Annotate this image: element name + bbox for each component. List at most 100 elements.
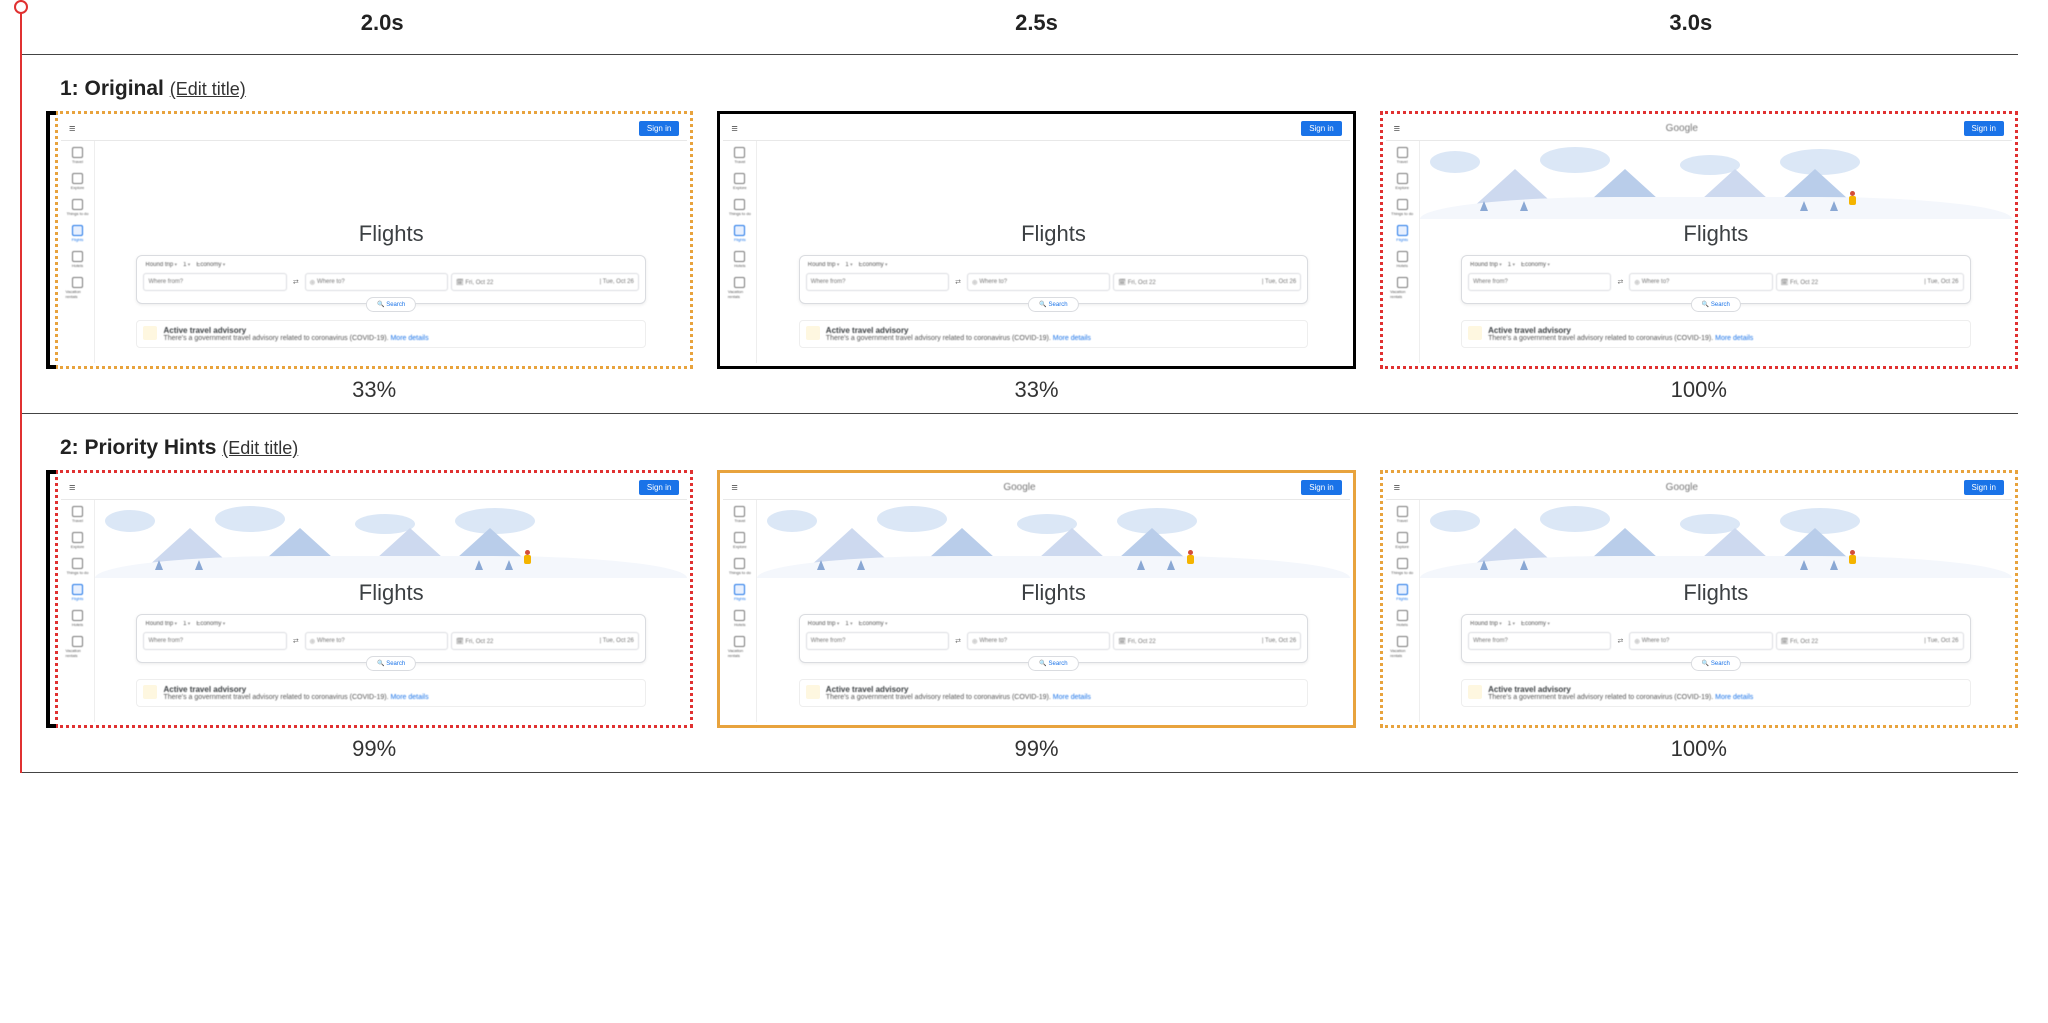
sidebar-item[interactable]: Explore bbox=[1390, 173, 1414, 190]
search-button[interactable]: 🔍 Search bbox=[1691, 656, 1741, 671]
sidebar-item[interactable]: Things to do bbox=[1390, 558, 1414, 575]
sidebar-item[interactable]: Travel bbox=[728, 506, 752, 523]
sidebar-item[interactable]: Things to do bbox=[66, 199, 90, 216]
signin-button[interactable]: Sign in bbox=[639, 480, 679, 495]
sidebar-item[interactable]: Flights bbox=[66, 584, 90, 601]
from-input[interactable]: Where from? bbox=[806, 273, 949, 291]
dates-input[interactable]: 🗓 Fri, Oct 22 | Tue, Oct 26 bbox=[1113, 273, 1301, 291]
dates-input[interactable]: 🗓 Fri, Oct 22 | Tue, Oct 26 bbox=[1113, 632, 1301, 650]
sidebar-item[interactable]: Things to do bbox=[66, 558, 90, 575]
sidebar-item[interactable]: Hotels bbox=[1390, 251, 1414, 268]
sidebar-item[interactable]: Travel bbox=[66, 147, 90, 164]
dates-input[interactable]: 🗓 Fri, Oct 22 | Tue, Oct 26 bbox=[1776, 632, 1964, 650]
hamburger-icon[interactable]: ≡ bbox=[1394, 482, 1400, 494]
dates-input[interactable]: 🗓 Fri, Oct 22 | Tue, Oct 26 bbox=[1776, 273, 1964, 291]
sidebar-item[interactable]: Vacation rentals bbox=[728, 636, 752, 658]
swap-icon[interactable]: ⇄ bbox=[290, 632, 302, 650]
search-button[interactable]: 🔍 Search bbox=[366, 656, 416, 671]
trip-type-chip[interactable]: Round trip bbox=[808, 621, 840, 627]
swap-icon[interactable]: ⇄ bbox=[1614, 632, 1626, 650]
filmstrip-frame[interactable]: ≡ Google Sign in TravelExploreThings to … bbox=[55, 470, 693, 728]
to-input[interactable]: ◎Where to? bbox=[1629, 632, 1772, 650]
sidebar-item[interactable]: Flights bbox=[1390, 584, 1414, 601]
hamburger-icon[interactable]: ≡ bbox=[1394, 123, 1400, 135]
filmstrip-frame[interactable]: ≡ Google Sign in TravelExploreThings to … bbox=[55, 111, 693, 369]
swap-icon[interactable]: ⇄ bbox=[290, 273, 302, 291]
hamburger-icon[interactable]: ≡ bbox=[731, 123, 737, 135]
signin-button[interactable]: Sign in bbox=[639, 121, 679, 136]
cabin-chip[interactable]: Economy bbox=[1521, 262, 1550, 268]
trip-type-chip[interactable]: Round trip bbox=[1470, 262, 1502, 268]
sidebar-item[interactable]: Explore bbox=[1390, 532, 1414, 549]
to-input[interactable]: ◎Where to? bbox=[1629, 273, 1772, 291]
advisory-link[interactable]: More details bbox=[1053, 335, 1091, 342]
hamburger-icon[interactable]: ≡ bbox=[69, 482, 75, 494]
cabin-chip[interactable]: Economy bbox=[859, 621, 888, 627]
sidebar-item[interactable]: Flights bbox=[66, 225, 90, 242]
advisory-link[interactable]: More details bbox=[1715, 335, 1753, 342]
filmstrip-frame[interactable]: ≡ Google Sign in TravelExploreThings to … bbox=[1380, 470, 2018, 728]
swap-icon[interactable]: ⇄ bbox=[952, 632, 964, 650]
passengers-chip[interactable]: 1 bbox=[1508, 262, 1515, 268]
cabin-chip[interactable]: Economy bbox=[196, 621, 225, 627]
sidebar-item[interactable]: Vacation rentals bbox=[66, 277, 90, 299]
search-button[interactable]: 🔍 Search bbox=[1028, 656, 1078, 671]
trip-type-chip[interactable]: Round trip bbox=[145, 262, 177, 268]
sidebar-item[interactable]: Hotels bbox=[66, 251, 90, 268]
signin-button[interactable]: Sign in bbox=[1301, 480, 1341, 495]
signin-button[interactable]: Sign in bbox=[1301, 121, 1341, 136]
cabin-chip[interactable]: Economy bbox=[859, 262, 888, 268]
dates-input[interactable]: 🗓 Fri, Oct 22 | Tue, Oct 26 bbox=[451, 273, 639, 291]
sidebar-item[interactable]: Vacation rentals bbox=[1390, 636, 1414, 658]
advisory-link[interactable]: More details bbox=[1053, 694, 1091, 701]
swap-icon[interactable]: ⇄ bbox=[1614, 273, 1626, 291]
trip-type-chip[interactable]: Round trip bbox=[808, 262, 840, 268]
sidebar-item[interactable]: Vacation rentals bbox=[66, 636, 90, 658]
passengers-chip[interactable]: 1 bbox=[183, 262, 190, 268]
cabin-chip[interactable]: Economy bbox=[1521, 621, 1550, 627]
search-button[interactable]: 🔍 Search bbox=[366, 297, 416, 312]
hamburger-icon[interactable]: ≡ bbox=[69, 123, 75, 135]
sidebar-item[interactable]: Hotels bbox=[66, 610, 90, 627]
signin-button[interactable]: Sign in bbox=[1964, 480, 2004, 495]
filmstrip-frame[interactable]: ≡ Google Sign in TravelExploreThings to … bbox=[1380, 111, 2018, 369]
sidebar-item[interactable]: Flights bbox=[1390, 225, 1414, 242]
sidebar-item[interactable]: Travel bbox=[728, 147, 752, 164]
edit-title-link[interactable]: (Edit title) bbox=[222, 438, 298, 458]
sidebar-item[interactable]: Explore bbox=[728, 532, 752, 549]
sidebar-item[interactable]: Explore bbox=[66, 173, 90, 190]
filmstrip-frame[interactable]: ≡ Google Sign in TravelExploreThings to … bbox=[717, 470, 1355, 728]
from-input[interactable]: Where from? bbox=[806, 632, 949, 650]
sidebar-item[interactable]: Vacation rentals bbox=[728, 277, 752, 299]
sidebar-item[interactable]: Hotels bbox=[1390, 610, 1414, 627]
to-input[interactable]: ◎Where to? bbox=[305, 273, 448, 291]
from-input[interactable]: Where from? bbox=[1468, 273, 1611, 291]
to-input[interactable]: ◎Where to? bbox=[967, 273, 1110, 291]
from-input[interactable]: Where from? bbox=[143, 273, 286, 291]
sidebar-item[interactable]: Hotels bbox=[728, 610, 752, 627]
sidebar-item[interactable]: Things to do bbox=[1390, 199, 1414, 216]
sidebar-item[interactable]: Flights bbox=[728, 584, 752, 601]
passengers-chip[interactable]: 1 bbox=[1508, 621, 1515, 627]
sidebar-item[interactable]: Hotels bbox=[728, 251, 752, 268]
cabin-chip[interactable]: Economy bbox=[196, 262, 225, 268]
filmstrip-frame[interactable]: ≡ Google Sign in TravelExploreThings to … bbox=[717, 111, 1355, 369]
sidebar-item[interactable]: Explore bbox=[728, 173, 752, 190]
search-button[interactable]: 🔍 Search bbox=[1691, 297, 1741, 312]
sidebar-item[interactable]: Things to do bbox=[728, 558, 752, 575]
advisory-link[interactable]: More details bbox=[390, 335, 428, 342]
hamburger-icon[interactable]: ≡ bbox=[731, 482, 737, 494]
advisory-link[interactable]: More details bbox=[390, 694, 428, 701]
sidebar-item[interactable]: Things to do bbox=[728, 199, 752, 216]
sidebar-item[interactable]: Travel bbox=[1390, 506, 1414, 523]
sidebar-item[interactable]: Travel bbox=[66, 506, 90, 523]
to-input[interactable]: ◎Where to? bbox=[305, 632, 448, 650]
sidebar-item[interactable]: Travel bbox=[1390, 147, 1414, 164]
passengers-chip[interactable]: 1 bbox=[845, 262, 852, 268]
advisory-link[interactable]: More details bbox=[1715, 694, 1753, 701]
trip-type-chip[interactable]: Round trip bbox=[145, 621, 177, 627]
trip-type-chip[interactable]: Round trip bbox=[1470, 621, 1502, 627]
to-input[interactable]: ◎Where to? bbox=[967, 632, 1110, 650]
edit-title-link[interactable]: (Edit title) bbox=[170, 79, 246, 99]
sidebar-item[interactable]: Vacation rentals bbox=[1390, 277, 1414, 299]
